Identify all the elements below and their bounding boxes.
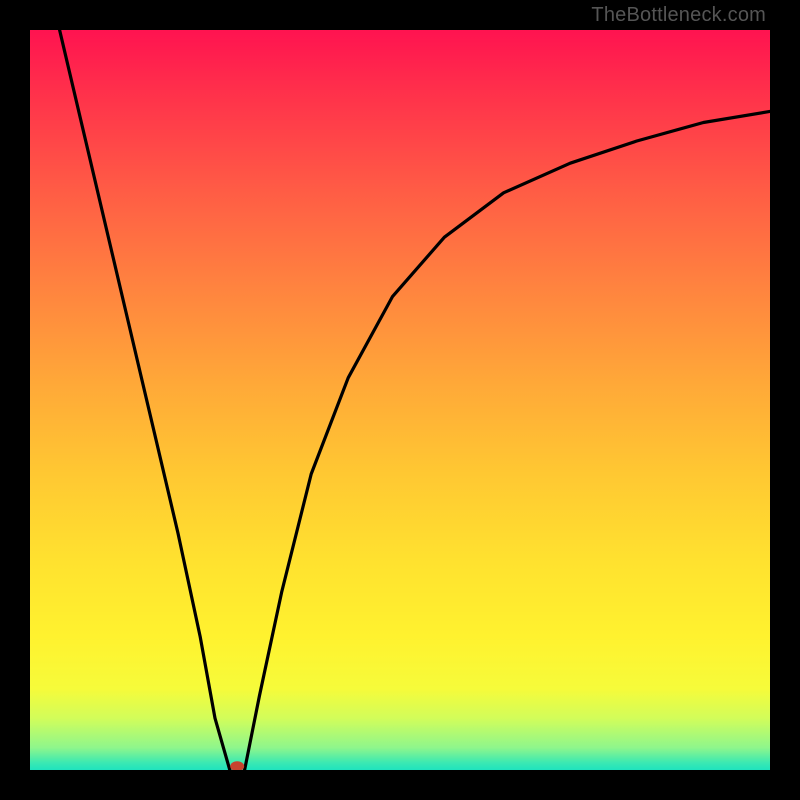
series-right-curve (245, 111, 770, 770)
valley-marker (230, 761, 244, 770)
plot-area (30, 30, 770, 770)
series-left-descent (60, 30, 230, 770)
chart-lines (30, 30, 770, 770)
chart-frame: TheBottleneck.com (0, 0, 800, 800)
watermark-text: TheBottleneck.com (591, 4, 766, 27)
